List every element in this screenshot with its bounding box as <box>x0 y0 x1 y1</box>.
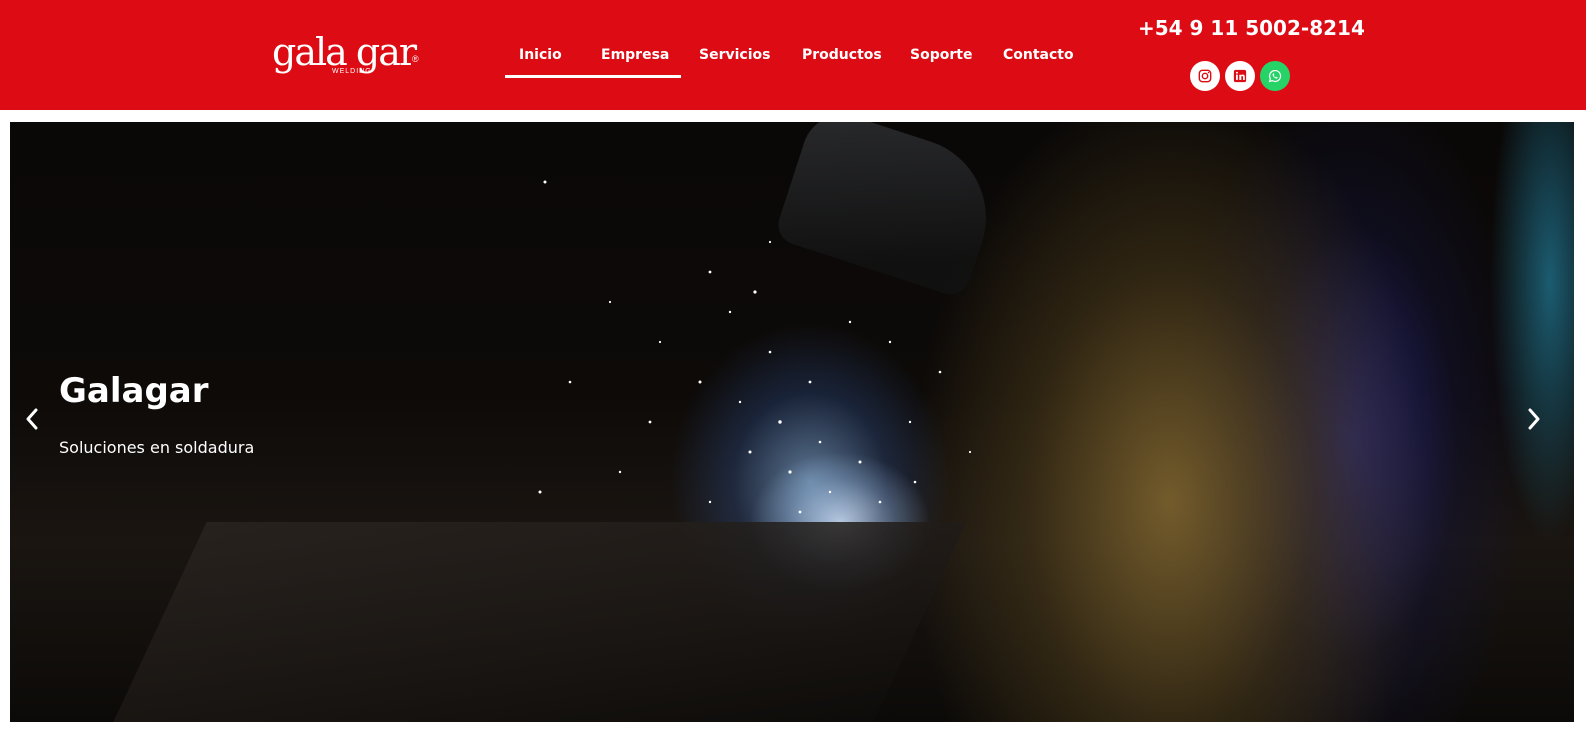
instagram-icon[interactable] <box>1190 61 1220 91</box>
nav-item-inicio[interactable]: Inicio <box>519 36 562 76</box>
brand-logo[interactable]: gala gar ® WELDING <box>272 30 422 80</box>
nav-item-productos[interactable]: Productos <box>802 36 882 76</box>
chevron-left-icon[interactable] <box>20 404 44 434</box>
hero-image-sparks <box>538 180 972 514</box>
logo-registered-mark: ® <box>412 54 419 64</box>
phone-number[interactable]: +54 9 11 5002-8214 <box>1138 16 1365 40</box>
whatsapp-icon[interactable] <box>1260 61 1290 91</box>
nav-item-servicios[interactable]: Servicios <box>699 36 770 76</box>
site-header: gala gar ® WELDING Inicio Empresa Servic… <box>0 0 1586 110</box>
nav-item-empresa[interactable]: Empresa <box>601 36 669 76</box>
linkedin-icon[interactable] <box>1225 61 1255 91</box>
nav-item-soporte[interactable]: Soporte <box>910 36 972 76</box>
logo-tagline: WELDING <box>332 68 372 75</box>
hero-title: Galagar <box>59 371 209 411</box>
hero-subtitle: Soluciones en soldadura <box>59 438 255 457</box>
hero-slider: Galagar Soluciones en soldadura <box>10 122 1574 722</box>
chevron-right-icon[interactable] <box>1522 404 1546 434</box>
nav-active-indicator <box>505 75 681 78</box>
nav-item-contacto[interactable]: Contacto <box>1003 36 1074 76</box>
